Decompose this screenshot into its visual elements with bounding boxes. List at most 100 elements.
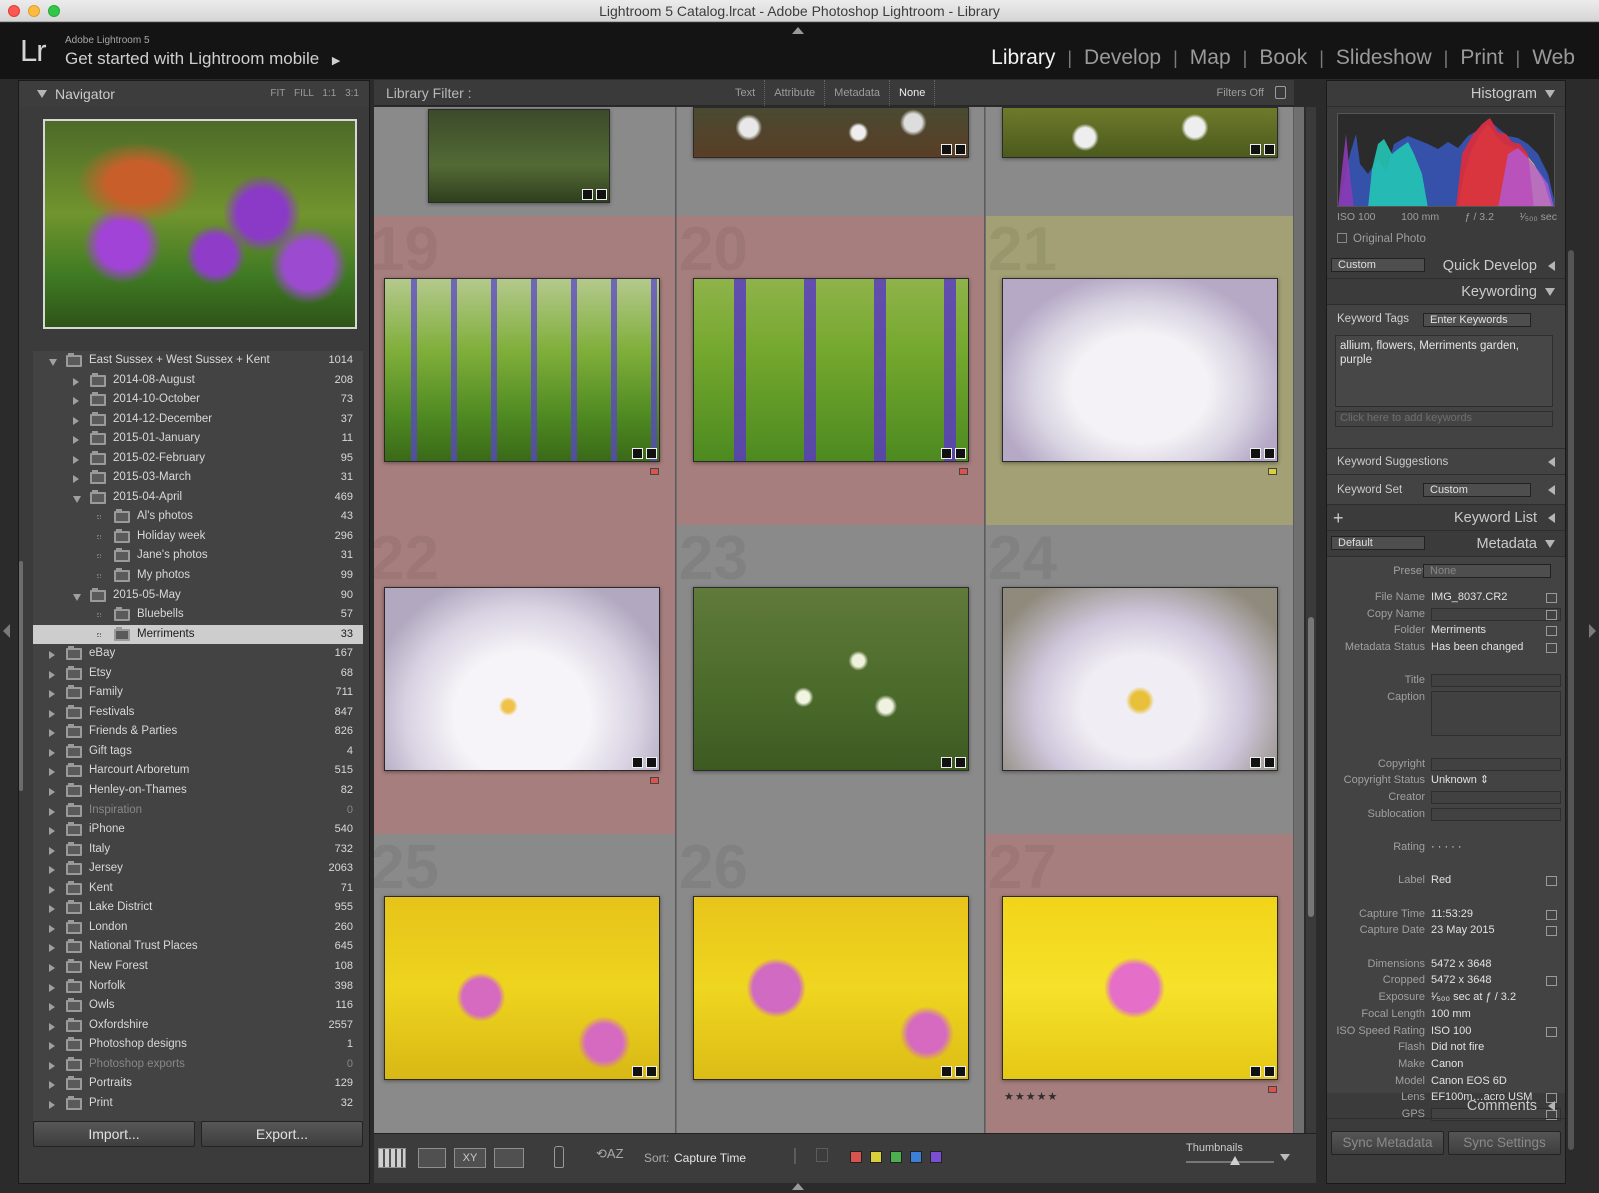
disclosure-closed-icon[interactable] xyxy=(49,944,55,953)
metadata-input[interactable] xyxy=(1431,674,1561,688)
filter-tab-none[interactable]: None xyxy=(890,80,936,106)
top-panel-toggle-icon[interactable] xyxy=(792,27,804,34)
disclosure-closed-icon[interactable] xyxy=(49,670,55,679)
comments-header[interactable]: Comments xyxy=(1327,1093,1565,1119)
edited-badge-icon[interactable] xyxy=(1264,757,1275,768)
keyword-badge-icon[interactable] xyxy=(632,757,643,768)
folder-row[interactable]: Photoshop designs 1 xyxy=(33,1035,363,1055)
flag-icon[interactable] xyxy=(794,1148,806,1164)
module-slideshow[interactable]: Slideshow xyxy=(1324,46,1444,70)
collapse-triangle-icon[interactable] xyxy=(1545,90,1555,98)
folder-row[interactable]: Festivals 847 xyxy=(33,703,363,723)
grid-cell[interactable]: 26 xyxy=(677,833,985,1133)
keyword-badge-icon[interactable] xyxy=(1250,757,1261,768)
edited-badge-icon[interactable] xyxy=(955,1066,966,1077)
folder-row[interactable]: 2015-03-March 31 xyxy=(33,468,363,488)
metadata-action-icon[interactable] xyxy=(1546,926,1557,937)
metadata-input[interactable] xyxy=(1431,790,1561,804)
add-keyword-icon[interactable]: + xyxy=(1333,505,1344,531)
spray-can-icon[interactable] xyxy=(554,1146,564,1168)
folder-row[interactable]: 2015-05-May 90 xyxy=(33,586,363,606)
disclosure-closed-icon[interactable] xyxy=(49,866,55,875)
thumbnail-slider-knob[interactable] xyxy=(1230,1156,1240,1165)
disclosure-closed-icon[interactable] xyxy=(73,416,79,425)
folder-row[interactable]: 2015-01-January 11 xyxy=(33,429,363,449)
edited-badge-icon[interactable] xyxy=(646,757,657,768)
grid-cell[interactable] xyxy=(374,107,676,217)
sort-direction-icon[interactable]: ⟲AZ xyxy=(596,1146,624,1162)
edited-badge-icon[interactable] xyxy=(1264,1066,1275,1077)
metadata-input[interactable] xyxy=(1431,757,1561,771)
folder-row[interactable]: Friends & Parties 826 xyxy=(33,722,363,742)
disclosure-closed-icon[interactable] xyxy=(97,632,101,637)
metadata-input[interactable] xyxy=(1431,607,1561,621)
toolbar-menu-icon[interactable] xyxy=(1280,1154,1290,1161)
keyword-suggestions-header[interactable]: Keyword Suggestions xyxy=(1327,449,1565,475)
folder-row[interactable]: Harcourt Arboretum 515 xyxy=(33,761,363,781)
metadata-input[interactable] xyxy=(1431,807,1561,821)
disclosure-closed-icon[interactable] xyxy=(49,827,55,836)
module-web[interactable]: Web xyxy=(1520,46,1587,70)
edited-badge-icon[interactable] xyxy=(646,1066,657,1077)
color-label-filter-icon[interactable] xyxy=(930,1151,942,1163)
folder-row[interactable]: Oxfordshire 2557 xyxy=(33,1016,363,1036)
filters-off-dropdown[interactable]: Filters Off xyxy=(1217,80,1264,106)
keyword-badge-icon[interactable] xyxy=(941,1066,952,1077)
grid-cell[interactable]: 21 xyxy=(986,215,1294,526)
original-photo-checkbox[interactable]: Original Photo xyxy=(1337,233,1426,245)
filter-tab-attribute[interactable]: Attribute xyxy=(765,80,826,106)
navigator-zoom-options[interactable]: FIT FILL 1:1 3:1 xyxy=(270,81,359,107)
sync-metadata-button[interactable]: Sync Metadata xyxy=(1331,1131,1444,1155)
edited-badge-icon[interactable] xyxy=(1264,144,1275,155)
zoom-option[interactable]: 1:1 xyxy=(322,88,336,99)
disclosure-closed-icon[interactable] xyxy=(97,574,101,579)
folder-row[interactable]: Bluebells 57 xyxy=(33,605,363,625)
zoom-option[interactable]: FILL xyxy=(294,88,314,99)
folder-row[interactable]: 2014-10-October 73 xyxy=(33,390,363,410)
disclosure-closed-icon[interactable] xyxy=(73,455,79,464)
navigator-preview[interactable] xyxy=(43,119,357,329)
folder-row[interactable]: 2014-08-August 208 xyxy=(33,371,363,391)
photo-thumbnail[interactable] xyxy=(428,109,610,203)
folder-row[interactable]: Photoshop exports 0 xyxy=(33,1055,363,1075)
folder-row[interactable]: Lake District 955 xyxy=(33,898,363,918)
disclosure-closed-icon[interactable] xyxy=(49,1081,55,1090)
disclosure-closed-icon[interactable] xyxy=(97,554,101,559)
disclosure-closed-icon[interactable] xyxy=(49,1100,55,1109)
keyword-badge-icon[interactable] xyxy=(941,144,952,155)
expand-triangle-icon[interactable] xyxy=(1548,485,1555,495)
grid-scroll-thumb[interactable] xyxy=(1308,617,1314,917)
edited-badge-icon[interactable] xyxy=(596,189,607,200)
module-map[interactable]: Map xyxy=(1178,46,1243,70)
loupe-view-icon[interactable] xyxy=(418,1148,446,1168)
color-label-filter-icon[interactable] xyxy=(850,1151,862,1163)
keyword-badge-icon[interactable] xyxy=(1250,144,1261,155)
color-label-chip[interactable] xyxy=(1268,1086,1277,1093)
disclosure-closed-icon[interactable] xyxy=(49,709,55,718)
folder-row[interactable]: iPhone 540 xyxy=(33,820,363,840)
edited-badge-icon[interactable] xyxy=(1264,448,1275,459)
metadata-action-icon[interactable] xyxy=(1546,1026,1557,1037)
right-scrollbar[interactable] xyxy=(1568,250,1574,1150)
disclosure-open-icon[interactable] xyxy=(73,495,81,503)
metadata-action-icon[interactable] xyxy=(1546,626,1557,637)
collapse-triangle-icon[interactable] xyxy=(1545,540,1555,548)
folder-row[interactable]: Kent 71 xyxy=(33,879,363,899)
photo-thumbnail[interactable] xyxy=(384,278,660,462)
keyword-badge-icon[interactable] xyxy=(632,1066,643,1077)
keyword-badge-icon[interactable] xyxy=(1250,1066,1261,1077)
survey-view-icon[interactable] xyxy=(494,1148,524,1168)
maximize-window-icon[interactable] xyxy=(48,5,60,17)
expand-triangle-icon[interactable] xyxy=(1548,1101,1555,1111)
disclosure-closed-icon[interactable] xyxy=(49,983,55,992)
module-library[interactable]: Library xyxy=(979,46,1067,70)
folder-row[interactable]: eBay 167 xyxy=(33,644,363,664)
folder-row[interactable]: Jane's photos 31 xyxy=(33,546,363,566)
photo-thumbnail[interactable] xyxy=(1002,587,1278,771)
keywording-header[interactable]: Keywording xyxy=(1327,279,1565,305)
grid-cell[interactable]: 22 xyxy=(374,524,676,835)
folder-row[interactable]: 2015-04-April 469 xyxy=(33,488,363,508)
metadata-action-icon[interactable] xyxy=(1546,909,1557,920)
folder-row[interactable]: New Forest 108 xyxy=(33,957,363,977)
zoom-option[interactable]: FIT xyxy=(270,88,285,99)
